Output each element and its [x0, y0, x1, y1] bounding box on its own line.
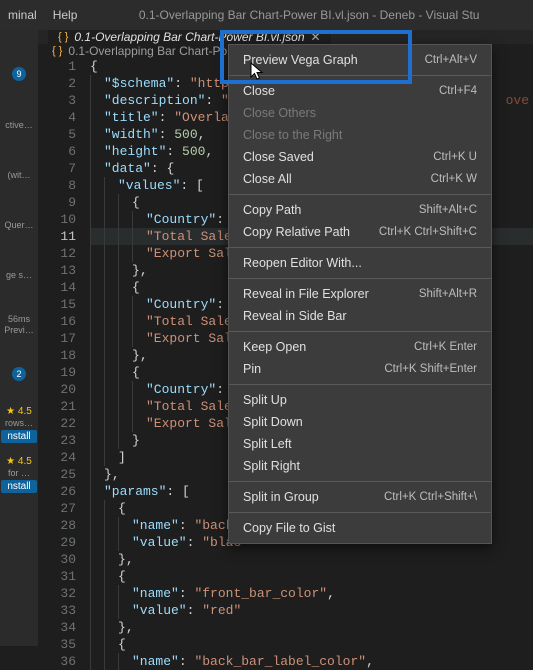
breadcrumb-path: 0.1-Overlapping Bar Chart-Po [68, 44, 227, 58]
activity-ext-1[interactable]: ★ 4.5 rows… nstall [1, 410, 36, 438]
context-menu-separator [229, 194, 491, 195]
context-menu-label: Copy File to Gist [243, 521, 335, 535]
context-menu-item[interactable]: Close Ctrl+F4 [229, 80, 491, 102]
activity-ext-2[interactable]: ★ 4.5 for … nstall [1, 460, 36, 488]
context-menu-label: Split Down [243, 415, 303, 429]
context-menu-item: Close Others [229, 102, 491, 124]
context-menu-item[interactable]: Split Up [229, 389, 491, 411]
context-menu-separator [229, 512, 491, 513]
code-line[interactable]: }, [90, 619, 533, 636]
activity-badge-2[interactable]: 2 [12, 360, 26, 388]
activity-badge-1[interactable]: 9 [12, 60, 26, 88]
context-menu-shortcut: Shift+Alt+C [419, 204, 477, 216]
context-menu-item[interactable]: Reveal in File Explorer Shift+Alt+R [229, 283, 491, 305]
code-line[interactable]: }, [90, 551, 533, 568]
context-menu-label: Close Saved [243, 150, 314, 164]
context-menu-label: Split in Group [243, 490, 319, 504]
context-menu-label: Reopen Editor With... [243, 256, 362, 270]
context-menu-label: Reveal in Side Bar [243, 309, 347, 323]
context-menu-separator [229, 247, 491, 248]
menubar: minal Help 0.1-Overlapping Bar Chart-Pow… [0, 0, 533, 30]
context-menu-label: Close Others [243, 106, 316, 120]
context-menu-item[interactable]: Copy Relative Path Ctrl+K Ctrl+Shift+C [229, 221, 491, 243]
context-menu-separator [229, 331, 491, 332]
context-menu-item: Close to the Right [229, 124, 491, 146]
context-menu-shortcut: Ctrl+K Ctrl+Shift+C [379, 226, 477, 238]
code-line[interactable]: { [90, 636, 533, 653]
context-menu-shortcut: Ctrl+K W [431, 173, 477, 185]
context-menu-item[interactable]: Close Saved Ctrl+K U [229, 146, 491, 168]
context-menu-shortcut: Shift+Alt+R [419, 288, 477, 300]
context-menu-shortcut: Ctrl+F4 [439, 85, 477, 97]
context-menu-label: Split Up [243, 393, 287, 407]
context-menu-item[interactable]: Split in Group Ctrl+K Ctrl+Shift+\ [229, 486, 491, 508]
context-menu-label: Close [243, 84, 275, 98]
code-line[interactable]: "name": "front_bar_color", [90, 585, 533, 602]
window-title: 0.1-Overlapping Bar Chart-Power BI.vl.js… [93, 8, 525, 22]
context-menu-label: Close All [243, 172, 292, 186]
activity-item-wit[interactable]: (wit… [8, 160, 31, 188]
code-line[interactable]: "name": "back_bar_label_color", [90, 653, 533, 670]
context-menu-shortcut: Ctrl+K Shift+Enter [384, 363, 477, 375]
context-menu-item[interactable]: Split Left [229, 433, 491, 455]
context-menu-item[interactable]: Split Right [229, 455, 491, 477]
context-menu-separator [229, 481, 491, 482]
context-menu-label: Copy Path [243, 203, 301, 217]
line-gutter: 1234567891011121314151617181920212223242… [38, 58, 90, 670]
context-menu: Preview Vega Graph Ctrl+Alt+V Close Ctrl+F4… [228, 44, 492, 544]
context-menu-label: Pin [243, 362, 261, 376]
context-menu-item[interactable]: Keep Open Ctrl+K Enter [229, 336, 491, 358]
tabs-bar: { } 0.1-Overlapping Bar Chart-Power BI.v… [38, 30, 533, 44]
tab-filename: 0.1-Overlapping Bar Chart-Power BI.vl.js… [74, 30, 304, 44]
tab-file[interactable]: { } 0.1-Overlapping Bar Chart-Power BI.v… [48, 30, 331, 44]
code-line[interactable]: { [90, 568, 533, 585]
context-menu-item[interactable]: Pin Ctrl+K Shift+Enter [229, 358, 491, 380]
context-menu-label: Split Left [243, 437, 292, 451]
context-menu-shortcut: Ctrl+Alt+V [425, 54, 477, 66]
context-menu-separator [229, 384, 491, 385]
menu-terminal[interactable]: minal [8, 8, 37, 22]
context-menu-shortcut: Ctrl+K U [433, 151, 477, 163]
context-menu-item[interactable]: Copy Path Shift+Alt+C [229, 199, 491, 221]
context-menu-label: Preview Vega Graph [243, 53, 358, 67]
menu-help[interactable]: Help [53, 8, 78, 22]
context-menu-shortcut: Ctrl+K Enter [414, 341, 477, 353]
context-menu-shortcut: Ctrl+K Ctrl+Shift+\ [384, 491, 477, 503]
activity-item-ges[interactable]: ge s… [6, 260, 32, 288]
context-menu-label: Reveal in File Explorer [243, 287, 369, 301]
json-icon: { } [52, 45, 62, 57]
context-menu-label: Close to the Right [243, 128, 342, 142]
context-menu-item[interactable]: Reopen Editor With... [229, 252, 491, 274]
activity-ms: 56msPrevi… [4, 310, 34, 338]
context-menu-separator [229, 278, 491, 279]
context-menu-label: Keep Open [243, 340, 306, 354]
activity-bar: 9 ctive… (wit… Quer… ge s… 56msPrevi… 2 … [0, 30, 38, 646]
context-menu-label: Split Right [243, 459, 300, 473]
context-menu-item[interactable]: Copy File to Gist [229, 517, 491, 539]
context-menu-item[interactable]: Split Down [229, 411, 491, 433]
context-menu-item[interactable]: Reveal in Side Bar [229, 305, 491, 327]
activity-item-quer[interactable]: Quer… [4, 210, 33, 238]
context-menu-item[interactable]: Preview Vega Graph Ctrl+Alt+V [229, 49, 491, 71]
context-menu-item[interactable]: Close All Ctrl+K W [229, 168, 491, 190]
close-icon[interactable]: ✕ [311, 30, 321, 44]
context-menu-separator [229, 75, 491, 76]
json-icon: { } [58, 31, 68, 43]
context-menu-label: Copy Relative Path [243, 225, 350, 239]
activity-item-active[interactable]: ctive… [5, 110, 33, 138]
code-line[interactable]: "value": "red" [90, 602, 533, 619]
